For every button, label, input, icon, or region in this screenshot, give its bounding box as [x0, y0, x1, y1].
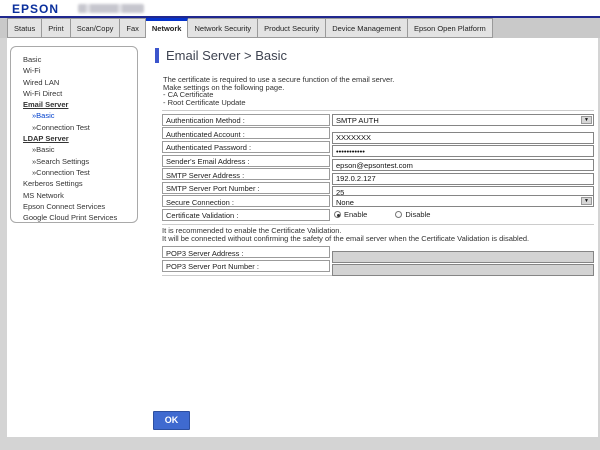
ok-button[interactable]: OK	[153, 411, 190, 430]
tab-fax[interactable]: Fax	[120, 18, 146, 38]
certificate-validation-enable-radio[interactable]: Enable	[334, 210, 367, 219]
radio-unselected-icon	[395, 211, 402, 218]
pop3-server-address-label: POP3 Server Address :	[162, 246, 330, 258]
tab-epson-open-platform[interactable]: Epson Open Platform	[408, 18, 493, 38]
tab-scan-copy[interactable]: Scan/Copy	[71, 18, 121, 38]
top-header-bar: EPSON	[0, 0, 600, 16]
sidebar-item-basic[interactable]: Basic	[23, 54, 137, 65]
sidebar-section-email-server[interactable]: Email Server	[23, 99, 137, 110]
form-row-certificate-validation: Certificate Validation : Enable Disable	[162, 208, 594, 222]
sender-email-label: Sender's Email Address :	[162, 155, 330, 167]
sidebar-item-ldap-search-settings[interactable]: »Search Settings	[23, 156, 137, 167]
sidebar-item-wifi[interactable]: Wi-Fi	[23, 65, 137, 76]
form-row-pop3-server-port: POP3 Server Port Number :	[162, 259, 594, 273]
note-line: It will be connected without confirming …	[162, 235, 594, 243]
smtp-server-port-label: SMTP Server Port Number :	[162, 182, 330, 194]
content-panel: Basic Wi-Fi Wired LAN Wi-Fi Direct Email…	[7, 38, 598, 437]
disable-radio-label: Disable	[405, 210, 430, 219]
certificate-validation-note: It is recommended to enable the Certific…	[162, 224, 594, 246]
smtp-server-address-label: SMTP Server Address :	[162, 168, 330, 180]
sidebar-item-ms-network[interactable]: MS Network	[23, 190, 137, 201]
main-area: Email Server > Basic The certificate is …	[155, 46, 595, 431]
form-row-sender-email: Sender's Email Address :	[162, 154, 594, 168]
authenticated-password-label: Authenticated Password :	[162, 141, 330, 153]
secure-connection-value: None	[336, 198, 354, 207]
tab-strip: Status Print Scan/Copy Fax Network Netwo…	[0, 18, 600, 38]
tab-network[interactable]: Network	[146, 18, 189, 38]
tab-device-management[interactable]: Device Management	[326, 18, 408, 38]
title-accent-bar	[155, 48, 159, 63]
tab-product-security[interactable]: Product Security	[258, 18, 326, 38]
certificate-validation-label: Certificate Validation :	[162, 209, 330, 221]
sidebar-section-ldap-server[interactable]: LDAP Server	[23, 133, 137, 144]
sidebar-item-email-basic[interactable]: »Basic	[23, 110, 137, 121]
form-row-authenticated-password: Authenticated Password :	[162, 140, 594, 154]
sidebar-item-ldap-basic[interactable]: »Basic	[23, 144, 137, 155]
enable-radio-label: Enable	[344, 210, 367, 219]
sidebar-item-email-connection-test[interactable]: »Connection Test	[23, 122, 137, 133]
form-row-smtp-server-address: SMTP Server Address :	[162, 167, 594, 181]
certificate-validation-disable-radio[interactable]: Disable	[395, 210, 430, 219]
email-server-form: Authentication Method : SMTP AUTH ▼ Auth…	[162, 110, 594, 276]
authenticated-account-label: Authenticated Account :	[162, 127, 330, 139]
radio-selected-icon	[334, 211, 341, 218]
pop3-server-port-label: POP3 Server Port Number :	[162, 260, 330, 272]
authentication-method-value: SMTP AUTH	[336, 116, 379, 125]
sidebar-item-wired-lan[interactable]: Wired LAN	[23, 77, 137, 88]
form-row-authentication-method: Authentication Method : SMTP AUTH ▼	[162, 113, 594, 127]
description-line: - Root Certificate Update	[163, 99, 394, 107]
sidebar-item-google-cloud-print-services[interactable]: Google Cloud Print Services	[23, 212, 137, 223]
secure-connection-select[interactable]: None ▼	[332, 195, 594, 207]
sidebar-item-wifi-direct[interactable]: Wi-Fi Direct	[23, 88, 137, 99]
tab-network-security[interactable]: Network Security	[188, 18, 258, 38]
page-description: The certificate is required to use a sec…	[163, 76, 394, 106]
tab-print[interactable]: Print	[42, 18, 70, 38]
sidebar-nav: Basic Wi-Fi Wired LAN Wi-Fi Direct Email…	[10, 46, 138, 223]
pop3-server-port-input	[332, 264, 594, 276]
tab-status[interactable]: Status	[7, 18, 42, 38]
sidebar-item-ldap-connection-test[interactable]: »Connection Test	[23, 167, 137, 178]
page-title: Email Server > Basic	[166, 48, 287, 63]
sidebar-item-epson-connect-services[interactable]: Epson Connect Services	[23, 201, 137, 212]
dropdown-arrow-icon[interactable]: ▼	[581, 116, 592, 124]
form-row-secure-connection: Secure Connection : None ▼	[162, 195, 594, 209]
certificate-validation-radio-group: Enable Disable	[332, 209, 594, 221]
authentication-method-select[interactable]: SMTP AUTH ▼	[332, 114, 594, 126]
authentication-method-label: Authentication Method :	[162, 114, 330, 126]
tab-bar: Status Print Scan/Copy Fax Network Netwo…	[7, 18, 493, 38]
secure-connection-label: Secure Connection :	[162, 195, 330, 207]
form-row-pop3-server-address: POP3 Server Address :	[162, 245, 594, 259]
form-row-authenticated-account: Authenticated Account :	[162, 127, 594, 141]
dropdown-arrow-icon[interactable]: ▼	[581, 197, 592, 205]
printer-model-name-redacted	[78, 4, 144, 13]
sidebar-item-kerberos-settings[interactable]: Kerberos Settings	[23, 178, 137, 189]
epson-logo: EPSON	[12, 2, 59, 16]
form-row-smtp-server-port: SMTP Server Port Number :	[162, 181, 594, 195]
page-title-row: Email Server > Basic	[155, 48, 287, 63]
